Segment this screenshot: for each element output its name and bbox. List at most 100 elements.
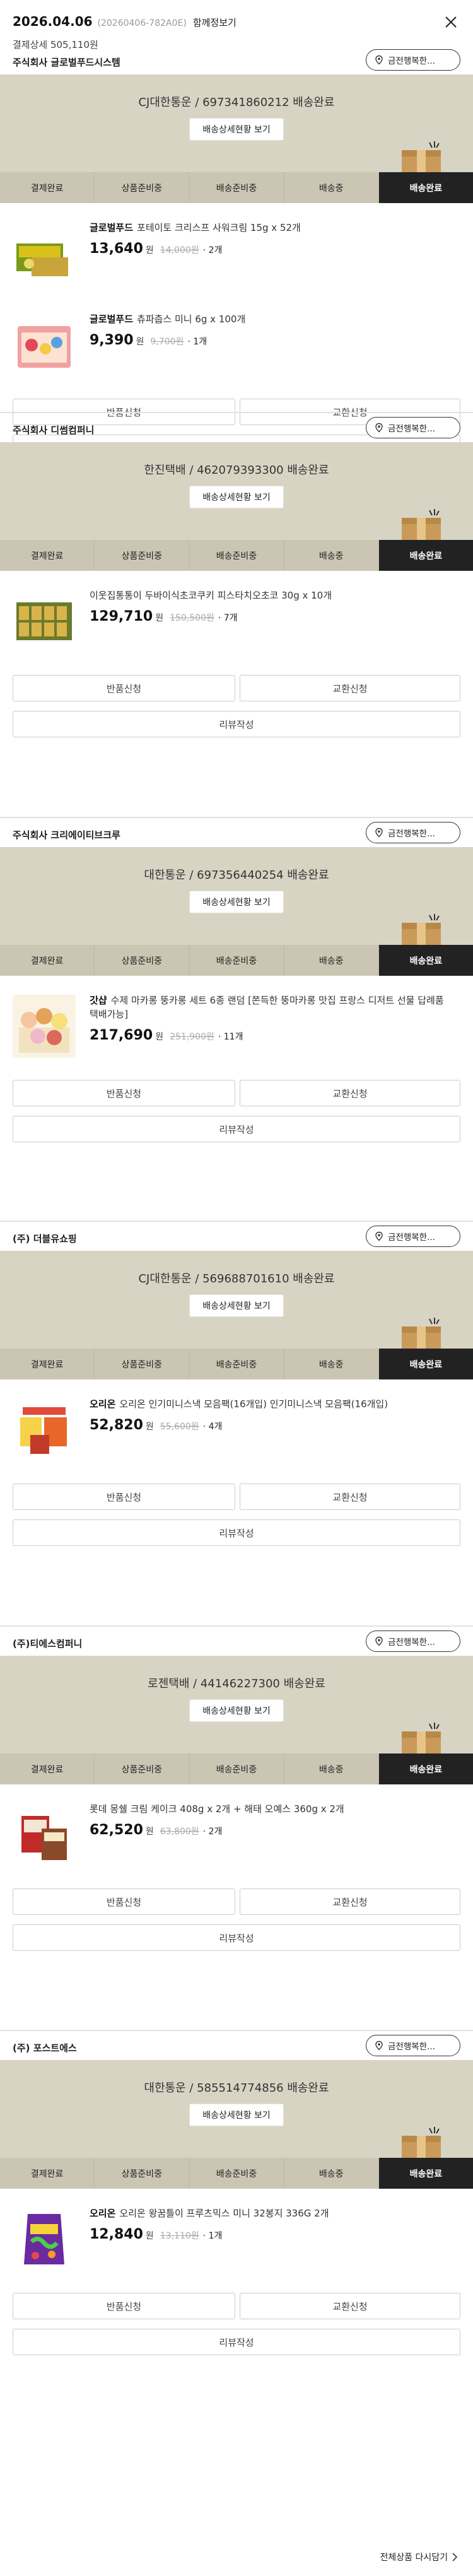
product-name[interactable]: 이웃집통통이 두바이식초코쿠키 피스타치오초코 30g x 10개 — [90, 588, 455, 602]
tracking-detail-button[interactable]: 배송상세현황 보기 — [189, 1699, 284, 1722]
tracking-detail-button[interactable]: 배송상세현황 보기 — [189, 486, 284, 508]
product-thumbnail[interactable] — [13, 222, 76, 285]
delivery-step: 상품준비중 — [95, 172, 190, 203]
product-list: 오리온 오리온 인기미니스낵 모음팩(16개입) 인기미니스낵 모음팩(16개입)… — [0, 1379, 473, 1471]
courier-tracking: 대한통운 / 697356440254 배송완료 — [144, 869, 329, 882]
seller-contact-button[interactable]: 금전행복한... — [366, 822, 460, 843]
section-divider — [0, 1221, 473, 1222]
seller-contact-button[interactable]: 금전행복한... — [366, 49, 460, 71]
delivery-step: 배송중 — [284, 945, 379, 976]
product-item[interactable]: 글로벌푸드 츄파춥스 미니 6g x 100개 9,390 원 9,700원 · 1개 — [0, 295, 473, 386]
seller-section: 주식회사 디썸컴퍼니 금전행복한... 한진택배 / 462079393300 배송… — [0, 412, 473, 816]
price-row: 217,690 원 251,900원 · 11개 — [90, 1027, 455, 1043]
return-request-button[interactable]: 반품신청 — [13, 1888, 235, 1915]
tracking-detail-button[interactable]: 배송상세현황 보기 — [189, 118, 284, 141]
location-pin-icon — [375, 2040, 383, 2051]
product-item[interactable]: 갓샵 수제 마카롱 뚱카롱 세트 6종 랜덤 [쫀득한 뚱마카롱 맛집 프랑스 디… — [0, 976, 473, 1067]
product-info: 이웃집통통이 두바이식초코쿠키 피스타치오초코 30g x 10개 129,710… — [90, 588, 455, 624]
product-item[interactable]: 롯데 몽쉘 크림 케이크 408g x 2개 + 해태 오예스 360g x 2… — [0, 1784, 473, 1876]
price-row: 62,520 원 63,800원 · 2개 — [90, 1822, 455, 1838]
product-item[interactable]: 글로벌푸드 포테이토 크리스프 사워크림 15g x 52개 13,640 원 14,0… — [0, 203, 473, 295]
currency-label: 원 — [145, 1422, 154, 1432]
product-item[interactable]: 오리온 오리온 인기미니스낵 모음팩(16개입) 인기미니스낵 모음팩(16개입)… — [0, 1379, 473, 1471]
product-name[interactable]: 오리온 오리온 왕꿈틀이 프루츠믹스 미니 32봉지 336G 2개 — [90, 2206, 455, 2220]
product-name[interactable]: 글로벌푸드 츄파춥스 미니 6g x 100개 — [90, 312, 455, 326]
product-thumbnail[interactable] — [13, 313, 76, 377]
delivery-step: 상품준비중 — [95, 540, 190, 571]
delivery-step: 배송중 — [284, 172, 379, 203]
seller-contact-button[interactable]: 금전행복한... — [366, 1630, 460, 1652]
close-icon[interactable] — [443, 14, 459, 30]
seller-section: (주)티에스컴퍼니 금전행복한... 로젠택배 / 44146227300 배송완료… — [0, 1625, 473, 2029]
delivery-status-panel: 한진택배 / 462079393300 배송완료 배송상세현황 보기 결제완료 상품준… — [0, 442, 473, 571]
product-quantity: · 2개 — [202, 1827, 223, 1837]
delivery-status-panel: CJ대한통운 / 569688701610 배송완료 배송상세현황 보기 결제완료 상… — [0, 1251, 473, 1379]
delivery-steps: 결제완료 상품준비중 배송준비중 배송중 배송완료 — [0, 945, 473, 976]
seller-contact-button[interactable]: 금전행복한... — [366, 2035, 460, 2056]
delivery-step: 배송준비중 — [189, 1753, 284, 1784]
section-divider — [0, 1625, 473, 1627]
product-thumbnail[interactable] — [13, 995, 76, 1058]
original-price: 55,600원 — [160, 1422, 199, 1432]
currency-label: 원 — [145, 245, 154, 255]
product-thumbnail[interactable] — [13, 2208, 76, 2271]
original-price: 63,800원 — [160, 1827, 199, 1837]
product-item[interactable]: 이웃집통통이 두바이식초코쿠키 피스타치오초코 30g x 10개 129,710… — [0, 571, 473, 662]
original-price: 251,900원 — [170, 1032, 214, 1042]
delivery-step: 배송완료 — [378, 945, 473, 976]
write-review-button[interactable]: 리뷰작성 — [13, 1924, 460, 1951]
product-thumbnail[interactable] — [13, 590, 76, 653]
order-actions: 반품신청교환신청리뷰작성 — [0, 1888, 473, 1958]
section-divider — [0, 412, 473, 413]
delivery-step: 결제완료 — [0, 1753, 95, 1784]
return-request-button[interactable]: 반품신청 — [13, 1484, 235, 1510]
delivery-status-panel: 로젠택배 / 44146227300 배송완료 배송상세현황 보기 결제완료 상품준비… — [0, 1656, 473, 1784]
delivery-step: 배송중 — [284, 1349, 379, 1379]
original-price: 14,000원 — [160, 245, 199, 255]
order-detail-link[interactable]: 함께정보기 — [193, 16, 237, 29]
seller-section: 주식회사 크리에이티브크루 금전행복한... 대한통운 / 697356440254… — [0, 817, 473, 1221]
delivery-steps: 결제완료 상품준비중 배송준비중 배송중 배송완료 — [0, 1753, 473, 1784]
seller-section: 주식회사 글로벌푸드시스템 금전행복한... CJ대한통운 / 6973418602… — [0, 44, 473, 461]
location-pin-icon — [375, 828, 383, 838]
exchange-request-button[interactable]: 교환신청 — [240, 1888, 460, 1915]
tracking-detail-button[interactable]: 배송상세현황 보기 — [189, 891, 284, 913]
exchange-request-button[interactable]: 교환신청 — [240, 675, 460, 701]
product-name[interactable]: 갓샵 수제 마카롱 뚱카롱 세트 6종 랜덤 [쫀득한 뚱마카롱 맛집 프랑스 디… — [90, 993, 455, 1021]
product-name[interactable]: 롯데 몽쉘 크림 케이크 408g x 2개 + 해태 오예스 360g x 2… — [90, 1802, 455, 1816]
product-title: 롯데 몽쉘 크림 케이크 408g x 2개 + 해태 오예스 360g x 2… — [90, 1803, 344, 1815]
seller-contact-label: 금전행복한... — [388, 1232, 435, 1243]
seller-section: (주) 더블유쇼핑 금전행복한... CJ대한통운 / 569688701610 배… — [0, 1221, 473, 1624]
exchange-request-button[interactable]: 교환신청 — [240, 1080, 460, 1106]
write-review-button[interactable]: 리뷰작성 — [13, 2329, 460, 2355]
product-brand: 글로벌푸드 — [90, 313, 134, 325]
seller-contact-button[interactable]: 금전행복한... — [366, 1226, 460, 1247]
product-thumbnail[interactable] — [13, 1803, 76, 1866]
product-info: 오리온 오리온 왕꿈틀이 프루츠믹스 미니 32봉지 336G 2개 12,840 원… — [90, 2206, 455, 2242]
seller-contact-label: 금전행복한... — [388, 56, 435, 66]
product-name[interactable]: 글로벌푸드 포테이토 크리스프 사워크림 15g x 52개 — [90, 221, 455, 235]
write-review-button[interactable]: 리뷰작성 — [13, 1116, 460, 1142]
product-item[interactable]: 오리온 오리온 왕꿈틀이 프루츠믹스 미니 32봉지 336G 2개 12,840 원… — [0, 2189, 473, 2280]
write-review-button[interactable]: 리뷰작성 — [13, 711, 460, 737]
return-request-button[interactable]: 반품신청 — [13, 2293, 235, 2319]
order-date: 2026.04.06 — [13, 14, 93, 29]
product-list: 오리온 오리온 왕꿈틀이 프루츠믹스 미니 32봉지 336G 2개 12,840 원… — [0, 2189, 473, 2280]
product-thumbnail[interactable] — [13, 1398, 76, 1461]
write-review-button[interactable]: 리뷰작성 — [13, 1519, 460, 1546]
seller-contact-button[interactable]: 금전행복한... — [366, 417, 460, 438]
exchange-request-button[interactable]: 교환신청 — [240, 2293, 460, 2319]
product-price: 217,690 — [90, 1027, 153, 1043]
reorder-all-link[interactable]: 전체상품 다시담기 — [380, 2551, 458, 2563]
tracking-detail-button[interactable]: 배송상세현황 보기 — [189, 1294, 284, 1317]
return-request-button[interactable]: 반품신청 — [13, 675, 235, 701]
product-name[interactable]: 오리온 오리온 인기미니스낵 모음팩(16개입) 인기미니스낵 모음팩(16개입) — [90, 1397, 455, 1411]
exchange-request-button[interactable]: 교환신청 — [240, 1484, 460, 1510]
delivery-step: 배송준비중 — [189, 540, 284, 571]
return-request-button[interactable]: 반품신청 — [13, 1080, 235, 1106]
location-pin-icon — [375, 55, 383, 65]
tracking-detail-button[interactable]: 배송상세현황 보기 — [189, 2104, 284, 2126]
delivery-step: 배송완료 — [378, 2158, 473, 2189]
product-quantity: · 4개 — [202, 1422, 223, 1432]
seller-name: (주)티에스컴퍼니 — [13, 1638, 83, 1649]
